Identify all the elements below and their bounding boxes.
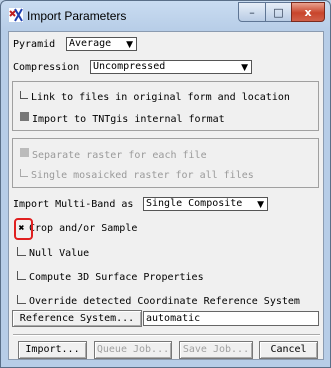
pyramid-value: Average [69, 38, 112, 49]
reference-system-value: automatic [146, 313, 201, 324]
null-value-label: Null Value [29, 248, 90, 259]
import-button[interactable]: Import... [18, 341, 87, 359]
import-parameters-window: Import Parameters – □ x Pyramid Average … [0, 0, 331, 368]
import-internal-radio[interactable]: Import to TNTgis internal format [20, 112, 225, 125]
chevron-down-icon: ▼ [241, 63, 248, 73]
raster-option-group: Separate raster for each file Single mos… [12, 138, 319, 188]
radio-checked-icon [20, 112, 29, 121]
multiband-select[interactable]: Single Composite ▼ [143, 197, 268, 211]
minimize-icon: – [249, 5, 255, 19]
import-internal-label: Import to TNTgis internal format [32, 114, 225, 125]
reference-system-field[interactable]: automatic [143, 311, 319, 326]
radio-unchecked-icon [20, 169, 28, 177]
multiband-value: Single Composite [146, 198, 243, 209]
close-button[interactable]: x [291, 2, 325, 22]
tntgis-app-icon [9, 8, 23, 22]
maximize-button[interactable]: □ [265, 2, 292, 22]
multiband-label: Import Multi-Band as [13, 199, 134, 210]
queue-job-button[interactable]: Queue Job... [94, 341, 172, 359]
compression-value: Uncompressed [93, 61, 166, 72]
checkbox-unchecked-icon [17, 271, 26, 280]
window-title: Import Parameters [27, 9, 127, 23]
highlight-annotation [14, 218, 33, 240]
queue-job-button-label: Queue Job... [96, 344, 170, 355]
radio-checked-icon [20, 148, 29, 157]
crop-sample-checkbox[interactable]: ✖ Crop and/or Sample [17, 223, 137, 234]
override-crs-checkbox[interactable]: Override detected Coordinate Reference S… [17, 295, 300, 307]
surface-properties-checkbox[interactable]: Compute 3D Surface Properties [17, 271, 204, 283]
checkbox-unchecked-icon [17, 247, 26, 256]
pyramid-select[interactable]: Average ▼ [66, 37, 137, 51]
cancel-button[interactable]: Cancel [259, 341, 318, 359]
link-files-radio[interactable]: Link to files in original form and locat… [20, 91, 290, 103]
override-crs-label: Override detected Coordinate Reference S… [29, 296, 300, 307]
single-mosaic-label: Single mosaicked raster for all files [31, 170, 254, 181]
title-bar[interactable]: Import Parameters – □ x [1, 1, 330, 31]
radio-unchecked-icon [20, 91, 28, 99]
close-icon: x [304, 5, 312, 19]
maximize-icon: □ [273, 5, 284, 19]
separate-raster-label: Separate raster for each file [32, 150, 207, 161]
reference-system-button[interactable]: Reference System... [12, 310, 142, 327]
import-button-label: Import... [25, 344, 80, 355]
minimize-button[interactable]: – [238, 2, 266, 22]
surface-properties-label: Compute 3D Surface Properties [29, 272, 204, 283]
compression-select[interactable]: Uncompressed ▼ [90, 60, 252, 74]
reference-system-button-label: Reference System... [19, 313, 135, 324]
pyramid-label: Pyramid [13, 39, 56, 50]
null-value-checkbox[interactable]: Null Value [17, 247, 89, 259]
separate-raster-radio[interactable]: Separate raster for each file [20, 148, 207, 161]
cancel-button-label: Cancel [270, 344, 307, 355]
chevron-down-icon: ▼ [126, 40, 133, 50]
chevron-down-icon: ▼ [257, 200, 264, 210]
storage-option-group: Link to files in original form and locat… [12, 81, 319, 131]
link-files-label: Link to files in original form and locat… [31, 92, 290, 103]
save-job-button-label: Save Job... [182, 344, 250, 355]
save-job-button[interactable]: Save Job... [179, 341, 253, 359]
dialog-body: Pyramid Average ▼ Compression Uncompress… [8, 31, 324, 360]
checkbox-unchecked-icon [17, 295, 26, 304]
crop-sample-label: Crop and/or Sample [29, 223, 138, 234]
single-mosaic-radio[interactable]: Single mosaicked raster for all files [20, 169, 254, 181]
divider [13, 334, 320, 336]
compression-label: Compression [13, 62, 80, 73]
